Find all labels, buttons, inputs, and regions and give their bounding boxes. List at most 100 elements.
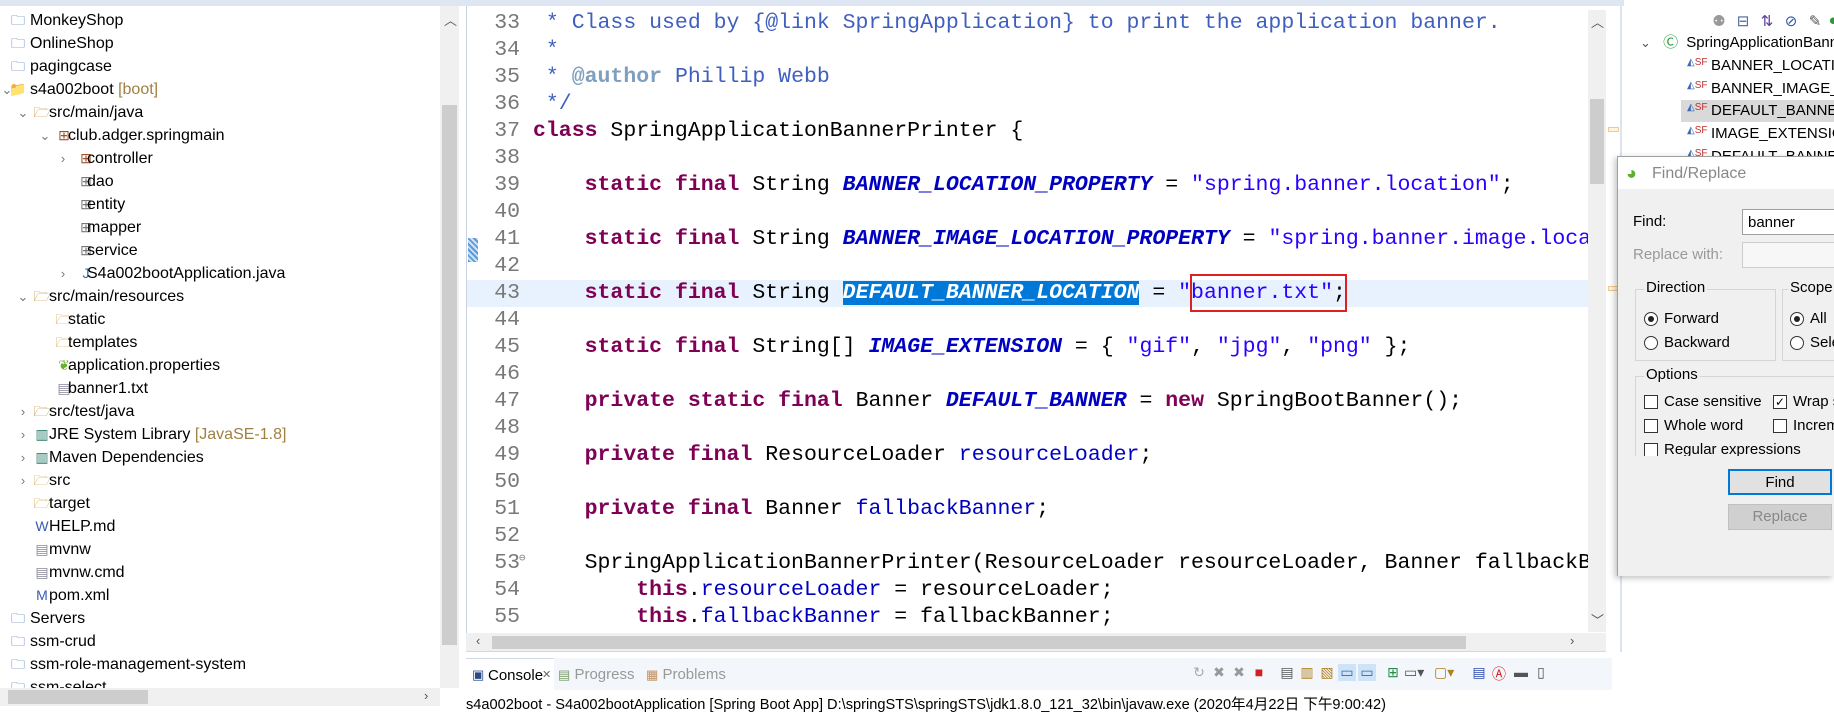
- code-line[interactable]: 37 class SpringApplicationBannerPrinter {: [467, 118, 1588, 145]
- code-line[interactable]: 46: [467, 361, 1588, 388]
- chevron-right-icon[interactable]: ›: [16, 400, 30, 423]
- tree-item[interactable]: › ▥ Maven Dependencies: [0, 446, 440, 469]
- tree-item[interactable]: 🗀 MonkeyShop: [0, 9, 440, 32]
- tab-console[interactable]: ▣ Console ✕: [466, 658, 554, 690]
- code-line[interactable]: 53 ⊖ SpringApplicationBannerPrinter(Resou…: [467, 550, 1588, 577]
- tree-item[interactable]: W HELP.md: [0, 515, 440, 538]
- overview-mark[interactable]: [1608, 127, 1619, 132]
- tree-item[interactable]: 🗁 static: [0, 308, 440, 331]
- ansi-icon[interactable]: Ⓐ: [1490, 664, 1508, 684]
- tree-item[interactable]: ⊞ service: [0, 239, 440, 262]
- java-editor[interactable]: 33 * Class used by {@link SpringApplicat…: [466, 6, 1588, 633]
- show-on-stdout-icon[interactable]: ▭: [1338, 664, 1356, 681]
- pin-console-icon[interactable]: ⊞: [1384, 664, 1402, 681]
- chevron-right-icon[interactable]: ›: [56, 147, 70, 170]
- tree-item[interactable]: 🗀 pagingcase: [0, 55, 440, 78]
- package-explorer-tree[interactable]: 🗀 MonkeyShop 🗀 OnlineShop 🗀 pagingcase ⌄ 📁 s4a00…: [0, 6, 460, 706]
- tree-item[interactable]: ⊞ dao: [0, 170, 440, 193]
- hide-static-icon[interactable]: ✎: [1806, 12, 1824, 30]
- scroll-right-icon[interactable]: ›: [1570, 633, 1574, 648]
- tree-item[interactable]: 🗀 ssm-crud: [0, 630, 440, 653]
- clear-console-icon[interactable]: ▤: [1278, 664, 1296, 681]
- code-line[interactable]: 38: [467, 145, 1588, 172]
- code-line[interactable]: 41 static final String BANNER_IMAGE_LOCA…: [467, 226, 1588, 253]
- regex-checkbox[interactable]: [1644, 443, 1658, 456]
- chevron-down-icon[interactable]: ⌄: [1640, 35, 1651, 50]
- code-line[interactable]: 42: [467, 253, 1588, 280]
- maximize-icon[interactable]: ▯: [1532, 664, 1550, 681]
- show-on-stderr-icon[interactable]: ▭: [1358, 664, 1376, 681]
- open-console-icon[interactable]: ▢▾: [1434, 664, 1454, 681]
- scope-all-radio[interactable]: [1790, 312, 1804, 326]
- scroll-down-icon[interactable]: ﹀: [1591, 610, 1604, 629]
- tree-hscroll-thumb[interactable]: [8, 690, 148, 704]
- tree-scroll-thumb[interactable]: [442, 105, 457, 645]
- relaunch-icon[interactable]: ↻: [1190, 664, 1208, 681]
- scroll-up-icon[interactable]: ︿: [1591, 12, 1604, 31]
- tree-item[interactable]: Mpom.xml: [0, 584, 440, 607]
- scroll-right-icon[interactable]: ›: [424, 688, 428, 703]
- sort-icon[interactable]: ⇅: [1758, 12, 1776, 30]
- whole-word-checkbox[interactable]: [1644, 419, 1658, 433]
- chevron-down-icon[interactable]: ⌄: [16, 285, 30, 308]
- tree-item[interactable]: 🗁 target: [0, 492, 440, 515]
- code-line[interactable]: 35 * @author Phillip Webb: [467, 64, 1588, 91]
- code-line[interactable]: 52: [467, 523, 1588, 550]
- outline-root[interactable]: ⌄ Ⓒ SpringApplicationBannerPrinter: [1640, 32, 1834, 54]
- tree-item[interactable]: › 🗁 src: [0, 469, 440, 492]
- outline-item[interactable]: ◭SFBANNER_LOCATION_PROPERTY: [1681, 55, 1834, 77]
- tree-item[interactable]: ⊞ entity: [0, 193, 440, 216]
- display-console-icon[interactable]: ▭▾: [1404, 664, 1424, 681]
- code-line[interactable]: 55 this.fallbackBanner = fallbackBanner;: [467, 604, 1588, 631]
- tree-item[interactable]: ⌄ 🗁 src/main/java: [0, 101, 440, 124]
- editor-hscroll-thumb[interactable]: [492, 636, 1466, 649]
- code-line[interactable]: 54 this.resourceLoader = resourceLoader;: [467, 577, 1588, 604]
- code-line[interactable]: 33 * Class used by {@link SpringApplicat…: [467, 10, 1588, 37]
- hide-fields-icon[interactable]: ⊘: [1782, 12, 1800, 30]
- find-button[interactable]: Find: [1728, 469, 1832, 495]
- scope-selected-radio[interactable]: [1790, 336, 1804, 350]
- replace-input[interactable]: [1742, 242, 1834, 268]
- tree-item[interactable]: › J S4a002bootApplication.java: [0, 262, 440, 285]
- tree-item[interactable]: 🗁 templates: [0, 331, 440, 354]
- wrap-search-checkbox[interactable]: ✓: [1773, 395, 1787, 409]
- code-line[interactable]: 36 */: [467, 91, 1588, 118]
- code-line[interactable]: 39 static final String BANNER_LOCATION_P…: [467, 172, 1588, 199]
- tree-item[interactable]: ▤ mvnw: [0, 538, 440, 561]
- remove-launch-icon[interactable]: ✖: [1210, 664, 1228, 681]
- scroll-up-icon[interactable]: ︿: [444, 10, 457, 29]
- code-line[interactable]: 44: [467, 307, 1588, 334]
- tree-item[interactable]: ▤ mvnw.cmd: [0, 561, 440, 584]
- scroll-lock-icon[interactable]: ▥: [1298, 664, 1316, 681]
- tree-item[interactable]: 🗀 ssm-role-management-system: [0, 653, 440, 676]
- word-wrap-icon[interactable]: ▧: [1318, 664, 1336, 681]
- scroll-left-icon[interactable]: ‹: [476, 633, 480, 648]
- tree-item[interactable]: ❦ application.properties: [0, 354, 440, 377]
- code-line[interactable]: 45 static final String[] IMAGE_EXTENSION…: [467, 334, 1588, 361]
- chevron-right-icon[interactable]: ›: [56, 262, 70, 285]
- chevron-down-icon[interactable]: ⌄: [16, 101, 30, 124]
- chevron-right-icon[interactable]: ›: [16, 446, 30, 469]
- outline-item[interactable]: ◭SFDEFAULT_BANNER_LOCATION: [1681, 100, 1834, 123]
- tree-item[interactable]: ⌄ ⊞ club.adger.springmain: [0, 124, 440, 147]
- collapse-all-icon[interactable]: ⊟: [1734, 12, 1752, 30]
- tab-progress[interactable]: ▤ Progress: [558, 666, 635, 683]
- editor-scroll-thumb[interactable]: [1590, 99, 1604, 184]
- find-input[interactable]: [1742, 209, 1834, 235]
- remove-all-icon[interactable]: ✖: [1230, 664, 1248, 681]
- code-line[interactable]: 48: [467, 415, 1588, 442]
- chevron-right-icon[interactable]: ›: [16, 469, 30, 492]
- fold-icon[interactable]: ⊖: [519, 546, 526, 573]
- tree-item[interactable]: ⊞ mapper: [0, 216, 440, 239]
- close-icon[interactable]: ✕: [542, 668, 551, 681]
- tree-item[interactable]: › ⊞ controller: [0, 147, 440, 170]
- hide-nonpublic-icon[interactable]: ●: [1824, 12, 1834, 29]
- code-line[interactable]: 51 private final Banner fallbackBanner;: [467, 496, 1588, 523]
- tree-item[interactable]: ⌄ 🗁 src/main/resources: [0, 285, 440, 308]
- outline-item[interactable]: ◭SFBANNER_IMAGE_LOCATION_PROPERTY: [1681, 78, 1834, 100]
- tree-item[interactable]: ▤ banner1.txt: [0, 377, 440, 400]
- tree-item[interactable]: › ▥ JRE System Library [JavaSE-1.8]: [0, 423, 440, 446]
- code-line[interactable]: 40: [467, 199, 1588, 226]
- code-line[interactable]: 47 private static final Banner DEFAULT_B…: [467, 388, 1588, 415]
- tree-item[interactable]: 🗀 Servers: [0, 607, 440, 630]
